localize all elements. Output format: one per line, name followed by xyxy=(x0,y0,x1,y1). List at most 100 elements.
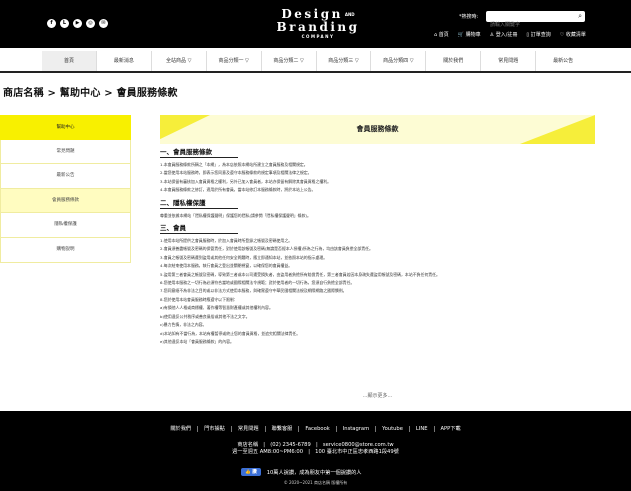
top-header: f L ▶ ◎ ✉ Design AND Branding COMPANY *熱搜… xyxy=(0,0,631,48)
paragraph: 3.本站保留有審核加入會員資格之權利，另外已加入會員者，本站亦保留有解除其會員資… xyxy=(160,178,332,184)
sidebar-item-shopping-guide[interactable]: 購物說明 xyxy=(0,237,131,263)
fb-like-label: 讚 xyxy=(252,470,257,475)
footer-link-about[interactable]: 關於我們 xyxy=(164,426,199,432)
nav-divider xyxy=(0,71,631,73)
nav-item-news[interactable]: 最新消息 xyxy=(97,51,152,71)
banner-title: 會員服務條款 xyxy=(356,125,399,133)
paragraph: d)本站如有不當行為，本站有權暫停或終止您的會員資格，並追究相關法律責任。 xyxy=(160,330,301,336)
footer-link-faq[interactable]: 常見問題 xyxy=(232,426,266,432)
cart-link[interactable]: 🛒 購物車 xyxy=(458,31,481,38)
footer-link-app[interactable]: APP下載 xyxy=(435,426,467,432)
thumbs-up-icon: 👍 xyxy=(245,470,251,475)
email-icon[interactable]: ✉ xyxy=(99,19,108,28)
footer-link-youtube[interactable]: Youtube xyxy=(376,426,410,432)
section-underline xyxy=(160,157,238,158)
nav-item-category-1[interactable]: 商品分類一 ▽ xyxy=(207,51,262,71)
footer-info-line1: 商店名稱 | (02) 2345-6789 | service0800@stor… xyxy=(237,442,394,448)
orders-link-label: 訂單查詢 xyxy=(530,32,551,38)
nav-item-faq[interactable]: 常見問題 xyxy=(481,51,537,71)
paragraph: 1.使用本站所提供之會員服務時，於加入會員時所登錄之帳號及密碼使用之。 xyxy=(160,238,293,244)
home-link[interactable]: ⌂ 首頁 xyxy=(434,31,449,38)
help-sidebar: 幫助中心 常見問題 最新公告 會員服務條款 隱私權保護 購物說明 xyxy=(0,115,131,263)
footer-link-line[interactable]: LINE xyxy=(410,426,435,432)
footer-link-facebook[interactable]: Facebook xyxy=(299,426,337,432)
youtube-icon[interactable]: ▶ xyxy=(73,19,82,28)
section-heading: 一、會員服務條款 xyxy=(160,148,212,156)
user-icon: ♙ xyxy=(489,32,495,38)
logo-line3: COMPANY xyxy=(301,34,335,39)
main-nav: 首頁 最新消息 全站商品 ▽ 商品分類一 ▽ 商品分類二 ▽ 商品分類三 ▽ 商… xyxy=(0,51,631,71)
favorites-link[interactable]: ♡ 收藏清單 xyxy=(560,31,586,38)
terms-content: 會員服務條款 一、會員服務條款 1.本會員服務條款所稱之「本網」，為本店依照本網… xyxy=(160,115,595,393)
heart-icon: ♡ xyxy=(559,32,565,38)
paragraph: e)其他違反本站「會員服務條款」的內容。 xyxy=(160,338,234,344)
footer-info-line2: 週一至週五 AM8:00~PM6:00 | 100 臺北市中正區忠孝西路1段49… xyxy=(232,449,399,455)
paragraph: 2.當您使用本站服務時，即表示您同意及遵守本服務條款的規定事項及相關法律之規定。 xyxy=(160,170,312,176)
paragraph: a)有損他人人格或商標權、著作權等智慧財產權或其他權利內容。 xyxy=(160,305,273,311)
nav-item-category-2[interactable]: 商品分類二 ▽ xyxy=(262,51,317,71)
footer-link-stores[interactable]: 門市據點 xyxy=(198,426,232,432)
nav-item-home[interactable]: 首頁 xyxy=(42,51,97,71)
home-link-label: 首頁 xyxy=(438,32,449,38)
search-box: ⌕ xyxy=(486,11,585,31)
logo-line1: Design xyxy=(281,7,343,21)
nav-item-category-3[interactable]: 商品分類三 ▽ xyxy=(317,51,372,71)
paragraph: 1.本會員服務條款所稱之「本網」，為本店依照本網站所建立之會員服務及相關規定。 xyxy=(160,162,308,167)
sidebar-item-help-center[interactable]: 幫助中心 xyxy=(0,115,131,140)
footer-link-contact[interactable]: 聯繫客服 xyxy=(266,426,300,432)
footer-links: 關於我們 門市據點 常見問題 聯繫客服 Facebook Instagram Y… xyxy=(0,426,631,432)
paragraph: 6.您使用本服務之一切行為必須符合當地或國際相關法令規範；對於使用者的一切行為，… xyxy=(160,280,355,286)
brand-logo[interactable]: Design AND Branding COMPANY xyxy=(268,8,368,40)
social-links: f L ▶ ◎ ✉ xyxy=(47,19,108,28)
paragraph: c)暴力色情，非法之內容。 xyxy=(160,322,207,328)
paragraph: 7.您同意絕不為非法之目的或以非法方式使用本服務，與確實遵守中華民國相關法規及網… xyxy=(160,288,347,294)
home-icon: ⌂ xyxy=(434,32,438,38)
paragraph: 8.您於使用本站會員服務時應遵守以下限制： xyxy=(160,296,238,302)
footer: 關於我們 門市據點 常見問題 聯繫客服 Facebook Instagram Y… xyxy=(0,411,631,491)
facebook-icon[interactable]: f xyxy=(47,19,56,28)
sidebar-item-privacy[interactable]: 隱私權保護 xyxy=(0,213,131,238)
fb-like-text: 10萬人說讚，成為朋友中第一個說讚的人 xyxy=(266,469,362,476)
cart-link-label: 購物車 xyxy=(465,32,481,38)
breadcrumb: 商店名稱 > 幫助中心 > 會員服務條款 xyxy=(3,88,178,99)
section-heading: 二、隱私權保護 xyxy=(160,198,206,207)
footer-contact-info: 商店名稱 | (02) 2345-6789 | service0800@stor… xyxy=(0,442,631,456)
copyright: © 2020~2021 商店名稱 版權所有 xyxy=(283,480,348,485)
paragraph: b)使用違反公共秩序或善良風俗或其他不法之文字。 xyxy=(160,313,250,319)
nav-item-about[interactable]: 關於我們 xyxy=(426,51,482,71)
paragraph: 4.每次結束使用本服務，執行會員之登出並關閉視窗，以確保您的會員權益。 xyxy=(160,263,293,269)
section-underline xyxy=(160,233,238,235)
favorites-link-label: 收藏清單 xyxy=(565,32,586,38)
section-underline xyxy=(160,207,238,209)
cart-icon: 🛒 xyxy=(457,32,465,38)
paragraph: 尊重並依據本網站「隱私權保護聲明」保護您的隱私(請參閱「隱私權保護聲明」條款)。 xyxy=(160,212,311,218)
facebook-like-widget: 👍 讚 10萬人說讚，成為朋友中第一個說讚的人 xyxy=(241,468,361,476)
order-icon: ▯ xyxy=(526,32,530,38)
footer-link-instagram[interactable]: Instagram xyxy=(337,426,377,432)
login-link-label: 登入/註冊 xyxy=(495,32,518,38)
orders-link[interactable]: ▯ 訂單查詢 xyxy=(526,31,550,38)
login-link[interactable]: ♙ 登入/註冊 xyxy=(490,31,518,38)
logo-line2: Branding xyxy=(276,20,360,34)
line-icon[interactable]: L xyxy=(60,19,69,28)
hot-search-label: *熱搜時: xyxy=(459,14,479,20)
show-more-link[interactable]: ...顯示更多... xyxy=(160,392,595,399)
nav-item-all-products[interactable]: 全站商品 ▽ xyxy=(152,51,207,71)
paragraph: 3.會員之帳號及密碼遭到盜用或其他任何安全問題時，應立即通知本站，並依照本站的指… xyxy=(160,254,328,260)
sidebar-item-member-terms[interactable]: 會員服務條款 xyxy=(0,188,131,214)
logo-and: AND xyxy=(344,12,355,17)
user-links: ⌂ 首頁 🛒 購物車 ♙ 登入/註冊 ▯ 訂單查詢 ♡ 收藏清單 xyxy=(434,31,586,38)
search-icon[interactable]: ⌕ xyxy=(578,12,582,21)
section-heading: 三、會員 xyxy=(160,224,186,233)
sidebar-item-announcements[interactable]: 最新公告 xyxy=(0,164,131,189)
nav-item-announcements[interactable]: 最新公告 xyxy=(536,51,590,71)
sidebar-item-faq[interactable]: 常見問題 xyxy=(0,139,131,165)
paragraph: 5.盜用第三者會員之帳號及密碼，導致第三者或本公司遭受損失者，由盜用者負擔所有賠… xyxy=(160,271,440,277)
search-input[interactable] xyxy=(486,19,571,31)
instagram-icon[interactable]: ◎ xyxy=(86,19,95,28)
content-banner: 會員服務條款 xyxy=(160,115,595,144)
nav-item-category-4[interactable]: 商品分類四 ▽ xyxy=(371,51,427,71)
fb-like-button[interactable]: 👍 讚 xyxy=(241,468,261,476)
paragraph: 2.會員須善盡帳號及密碼的保管責任，對於使用該帳號及密碼(無論是否經本人授權)所… xyxy=(160,246,373,252)
paragraph: 4.本會員服務條款之修訂，適用於所有會員，當本站修訂本服務條款時，將於本站上公告… xyxy=(160,187,316,193)
